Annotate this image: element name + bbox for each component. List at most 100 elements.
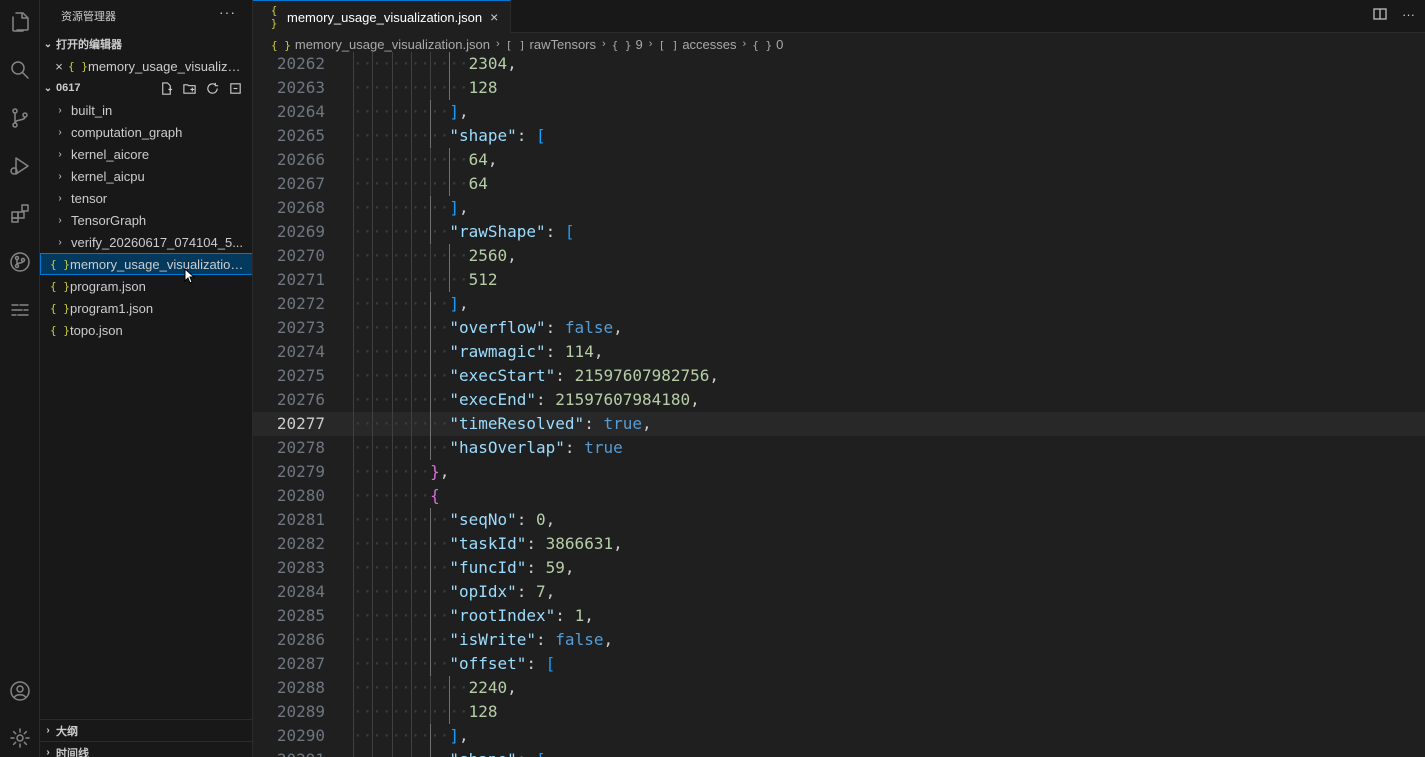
code-line[interactable]: 20272 ··········], bbox=[253, 292, 1425, 316]
breadcrumb-item[interactable]: { } 9 bbox=[612, 37, 643, 52]
code-line[interactable]: 20280 ········{ bbox=[253, 484, 1425, 508]
code-line[interactable]: 20282 ··········"taskId": 3866631, bbox=[253, 532, 1425, 556]
more-actions-icon[interactable]: ··· bbox=[1402, 7, 1415, 22]
breadcrumb-item[interactable]: [ ] rawTensors bbox=[506, 37, 596, 52]
search-icon[interactable] bbox=[0, 50, 40, 90]
indent-guide bbox=[372, 628, 374, 652]
code-token: : bbox=[526, 534, 546, 553]
new-file-icon[interactable] bbox=[159, 81, 174, 96]
code-text: ··········"seqNo": 0, bbox=[353, 508, 555, 532]
code-line[interactable]: 20289 ············128 bbox=[253, 700, 1425, 724]
tree-folder-item[interactable]: › computation_graph bbox=[40, 121, 252, 143]
indent-guide bbox=[410, 220, 412, 244]
tree-folder-item[interactable]: › tensor bbox=[40, 187, 252, 209]
code-line[interactable]: 20267 ············64 bbox=[253, 172, 1425, 196]
tab-memory-usage-visualization[interactable]: { } memory_usage_visualization.json × bbox=[253, 0, 511, 33]
outline-header[interactable]: › 大纲 bbox=[40, 719, 252, 741]
tree-folder-item[interactable]: › TensorGraph bbox=[40, 209, 252, 231]
code-line[interactable]: 20268 ··········], bbox=[253, 196, 1425, 220]
code-token: 3866631 bbox=[545, 534, 614, 553]
indent-guide bbox=[353, 76, 354, 100]
code-token: , bbox=[613, 534, 623, 553]
code-line[interactable]: 20274 ··········"rawmagic": 114, bbox=[253, 340, 1425, 364]
indent-guide bbox=[430, 76, 432, 100]
code-line[interactable]: 20275 ··········"execStart": 215976079827… bbox=[253, 364, 1425, 388]
indent-guide bbox=[353, 676, 354, 700]
tree-folder-item[interactable]: › kernel_aicore bbox=[40, 143, 252, 165]
run-debug-icon[interactable] bbox=[0, 146, 40, 186]
code-line[interactable]: 20269 ··········"rawShape": [ bbox=[253, 220, 1425, 244]
code-line[interactable]: 20262 ············2304, bbox=[253, 52, 1425, 76]
code-token: "rawmagic" bbox=[449, 342, 546, 361]
indent-guide bbox=[391, 724, 393, 748]
indent-guide bbox=[391, 100, 393, 124]
explorer-icon[interactable] bbox=[0, 2, 40, 42]
code-line[interactable]: 20273 ··········"overflow": false, bbox=[253, 316, 1425, 340]
whitespace-dots: ·········· bbox=[353, 366, 450, 385]
code-token: : bbox=[536, 630, 556, 649]
code-line[interactable]: 20263 ············128 bbox=[253, 76, 1425, 100]
refresh-icon[interactable] bbox=[205, 81, 220, 96]
indent-guide bbox=[410, 100, 412, 124]
code-line[interactable]: 20264 ··········], bbox=[253, 100, 1425, 124]
code-line[interactable]: 20281 ··········"seqNo": 0, bbox=[253, 508, 1425, 532]
indent-guide bbox=[391, 220, 393, 244]
breadcrumb-item[interactable]: { } 0 bbox=[752, 37, 783, 52]
code-line[interactable]: 20278 ··········"hasOverlap": true bbox=[253, 436, 1425, 460]
code-line[interactable]: 20284 ··········"opIdx": 7, bbox=[253, 580, 1425, 604]
breadcrumb-item[interactable]: [ ] accesses bbox=[658, 37, 736, 52]
code-line[interactable]: 20290 ··········], bbox=[253, 724, 1425, 748]
open-editor-item[interactable]: × { } memory_usage_visualization.json bbox=[40, 55, 252, 77]
line-number: 20267 bbox=[276, 174, 325, 193]
line-number: 20275 bbox=[276, 366, 325, 385]
timeline-view-icon[interactable] bbox=[0, 290, 40, 330]
open-editors-header[interactable]: ⌄ 打开的编辑器 bbox=[40, 33, 252, 55]
code-editor[interactable]: 20262 ············2304, 20263 ············1… bbox=[253, 52, 1425, 757]
code-line[interactable]: 20271 ············512 bbox=[253, 268, 1425, 292]
tab-close-icon[interactable]: × bbox=[490, 9, 498, 25]
tree-file-item[interactable]: { } topo.json bbox=[40, 319, 252, 341]
tree-file-item[interactable]: { } program1.json bbox=[40, 297, 252, 319]
code-line[interactable]: 20291 ··········"shape": [ bbox=[253, 748, 1425, 757]
code-line[interactable]: 20279 ········}, bbox=[253, 460, 1425, 484]
code-token: : bbox=[516, 126, 537, 145]
tree-file-item[interactable]: { } program.json bbox=[40, 275, 252, 297]
indent-guide bbox=[391, 364, 393, 388]
breadcrumb-item[interactable]: { } memory_usage_visualization.json bbox=[271, 37, 490, 52]
tree-file-item[interactable]: { } memory_usage_visualization.json bbox=[40, 253, 252, 275]
new-folder-icon[interactable] bbox=[182, 81, 197, 96]
tree-folder-item[interactable]: › kernel_aicpu bbox=[40, 165, 252, 187]
git-graph-icon[interactable] bbox=[0, 242, 40, 282]
source-control-icon[interactable] bbox=[0, 98, 40, 138]
split-editor-icon[interactable] bbox=[1372, 6, 1388, 22]
code-line[interactable]: 20270 ············2560, bbox=[253, 244, 1425, 268]
code-token: , bbox=[564, 558, 575, 577]
tree-folder-item[interactable]: › verify_20260617_074104_5... bbox=[40, 231, 252, 253]
code-line[interactable]: 20266 ············64, bbox=[253, 148, 1425, 172]
code-line[interactable]: 20287 ··········"offset": [ bbox=[253, 652, 1425, 676]
code-line[interactable]: 20277 ··········"timeResolved": true, bbox=[253, 412, 1425, 436]
tree-folder-item[interactable]: › built_in bbox=[40, 99, 252, 121]
indent-guide bbox=[372, 604, 374, 628]
code-line[interactable]: 20288 ············2240, bbox=[253, 676, 1425, 700]
code-token: "offset" bbox=[449, 654, 527, 673]
folder-header-0617[interactable]: ⌄ 0617 bbox=[40, 77, 252, 99]
account-icon[interactable] bbox=[0, 671, 40, 711]
code-line[interactable]: 20283 ··········"funcId": 59, bbox=[253, 556, 1425, 580]
collapse-all-icon[interactable] bbox=[228, 81, 243, 96]
indent-guide bbox=[391, 388, 393, 412]
code-line[interactable]: 20265 ··········"shape": [ bbox=[253, 124, 1425, 148]
indent-guide bbox=[391, 244, 393, 268]
code-line[interactable]: 20286 ··········"isWrite": false, bbox=[253, 628, 1425, 652]
code-token: 2240 bbox=[468, 678, 508, 697]
indent-guide bbox=[391, 52, 393, 76]
code-text: ············2304, bbox=[353, 52, 517, 76]
close-icon[interactable]: × bbox=[50, 59, 68, 74]
settings-gear-icon[interactable] bbox=[0, 718, 40, 757]
extensions-icon[interactable] bbox=[0, 194, 40, 234]
code-line[interactable]: 20285 ··········"rootIndex": 1, bbox=[253, 604, 1425, 628]
line-number: 20265 bbox=[276, 126, 325, 145]
code-line[interactable]: 20276 ··········"execEnd": 21597607984180… bbox=[253, 388, 1425, 412]
timeline-header[interactable]: › 时间线 bbox=[40, 741, 252, 757]
more-actions-icon[interactable]: ··· bbox=[219, 4, 236, 20]
